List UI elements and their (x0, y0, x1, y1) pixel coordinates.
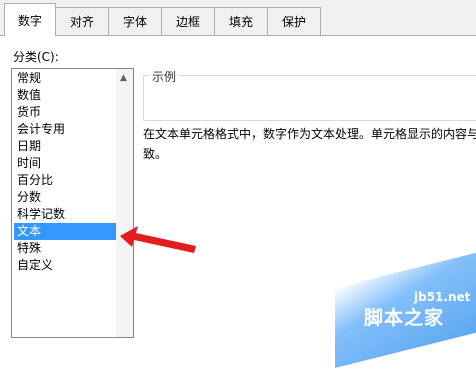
list-item-date[interactable]: 日期 (14, 138, 116, 155)
list-item-special[interactable]: 特殊 (14, 240, 116, 257)
tab-border[interactable]: 边框 (161, 7, 215, 35)
scroll-up-icon[interactable]: ▲ (120, 73, 127, 83)
list-item-general[interactable]: 常规 (14, 70, 116, 87)
list-item-text[interactable]: 文本 (14, 223, 116, 240)
format-description-line2: 致。 (143, 147, 168, 161)
sample-group (143, 75, 476, 121)
list-item-fraction[interactable]: 分数 (14, 189, 116, 206)
list-item-scientific[interactable]: 科学记数 (14, 206, 116, 223)
list-item-currency[interactable]: 货币 (14, 104, 116, 121)
category-scrollbar[interactable]: ▲ (116, 69, 133, 337)
list-item-number[interactable]: 数值 (14, 87, 116, 104)
list-item-accounting[interactable]: 会计专用 (14, 121, 116, 138)
category-label: 分类(C): (13, 50, 59, 64)
sample-label: 示例 (149, 68, 180, 85)
watermark-url: jb51.net (414, 290, 471, 304)
tab-number[interactable]: 数字 (4, 3, 56, 36)
red-arrow-annotation (120, 226, 196, 253)
tab-protection[interactable]: 保护 (267, 7, 321, 35)
format-description: 在文本单元格格式中，数字作为文本处理。单元格显示的内容与输入的内容完全一致。 (143, 127, 476, 141)
tab-font[interactable]: 字体 (108, 7, 162, 35)
list-item-custom[interactable]: 自定义 (14, 257, 116, 274)
list-item-time[interactable]: 时间 (14, 155, 116, 172)
tab-fill[interactable]: 填充 (214, 7, 268, 35)
category-list[interactable]: 常规 数值 货币 会计专用 日期 时间 百分比 分数 科学记数 文本 特殊 自定… (11, 68, 134, 338)
watermark-text: 脚本之家 (364, 307, 445, 329)
tab-alignment[interactable]: 对齐 (55, 7, 109, 35)
list-item-percentage[interactable]: 百分比 (14, 172, 116, 189)
